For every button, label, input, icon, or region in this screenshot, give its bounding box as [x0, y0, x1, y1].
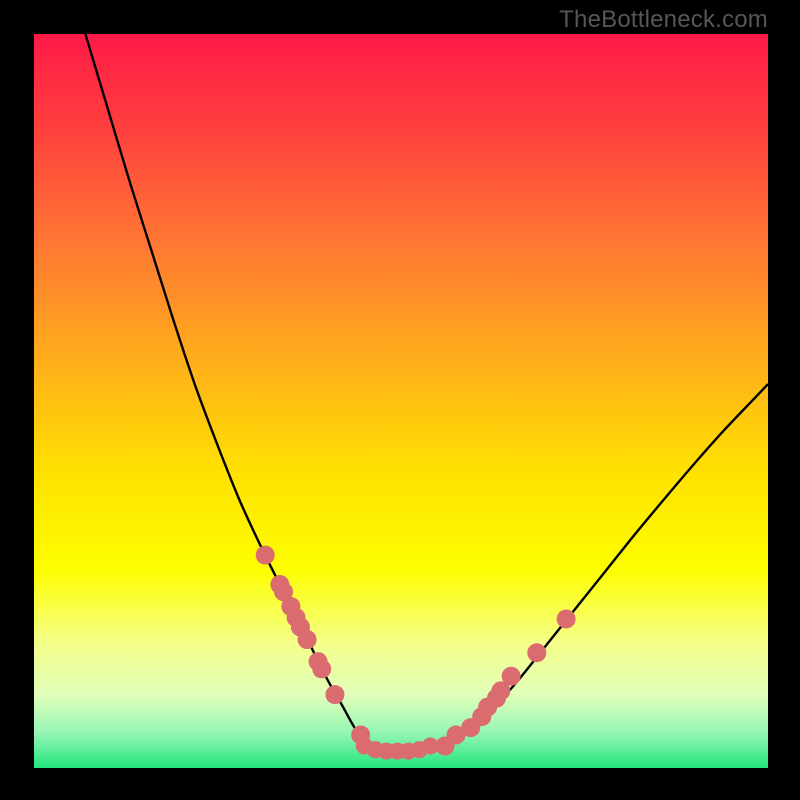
- curve-marker: [325, 685, 344, 704]
- curve-marker: [256, 546, 275, 565]
- curve-marker: [422, 737, 439, 754]
- chart-plot: [34, 34, 768, 768]
- watermark-text: TheBottleneck.com: [559, 6, 768, 34]
- curve-marker: [502, 667, 521, 686]
- curve-marker: [557, 610, 576, 629]
- chart-background: [34, 34, 768, 768]
- curve-marker: [312, 659, 331, 678]
- chart-container: [34, 34, 768, 768]
- curve-marker: [527, 643, 546, 662]
- curve-marker: [298, 630, 317, 649]
